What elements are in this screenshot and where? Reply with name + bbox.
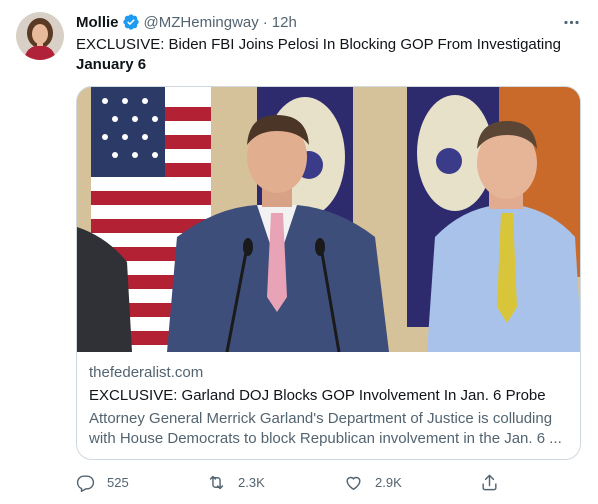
card-image [77,87,580,352]
verified-badge-icon [122,13,140,31]
avatar[interactable] [16,12,64,60]
card-meta: thefederalist.com EXCLUSIVE: Garland DOJ… [89,363,568,449]
like-button[interactable]: 2.9K [344,470,402,494]
tweet-text-line1: EXCLUSIVE: Biden FBI Joins Pelosi In Blo… [76,36,561,53]
tweet-header: Mollie @MZHemingway · 12h [76,11,586,33]
retweet-button[interactable]: 2.3K [207,470,265,494]
retweet-icon [209,475,224,489]
retweet-count: 2.3K [238,474,265,490]
author-handle[interactable]: @MZHemingway [144,14,259,31]
tweet-text-line2: January 6 [76,56,147,73]
tweet-text: EXCLUSIVE: Biden FBI Joins Pelosi In Blo… [76,35,580,75]
reply-button[interactable]: 525 [76,470,129,494]
reply-count: 525 [107,474,129,490]
reply-icon [76,474,95,492]
avatar-image [16,12,64,60]
share-icon [482,474,497,490]
more-icon[interactable] [560,11,582,33]
card-domain: thefederalist.com [89,364,204,381]
card-title: EXCLUSIVE: Garland DOJ Blocks GOP Involv… [89,387,546,404]
tweet-time[interactable]: 12h [272,14,297,31]
link-card[interactable]: thefederalist.com EXCLUSIVE: Garland DOJ… [76,86,581,460]
like-icon [346,476,361,490]
action-bar: 525 2.3K 2.9K [76,470,586,494]
separator-dot: · [262,13,268,31]
author-name[interactable]: Mollie [76,14,119,31]
share-button[interactable] [480,470,499,494]
like-count: 2.9K [375,474,402,490]
card-description: Attorney General Merrick Garland's Depar… [89,410,562,447]
